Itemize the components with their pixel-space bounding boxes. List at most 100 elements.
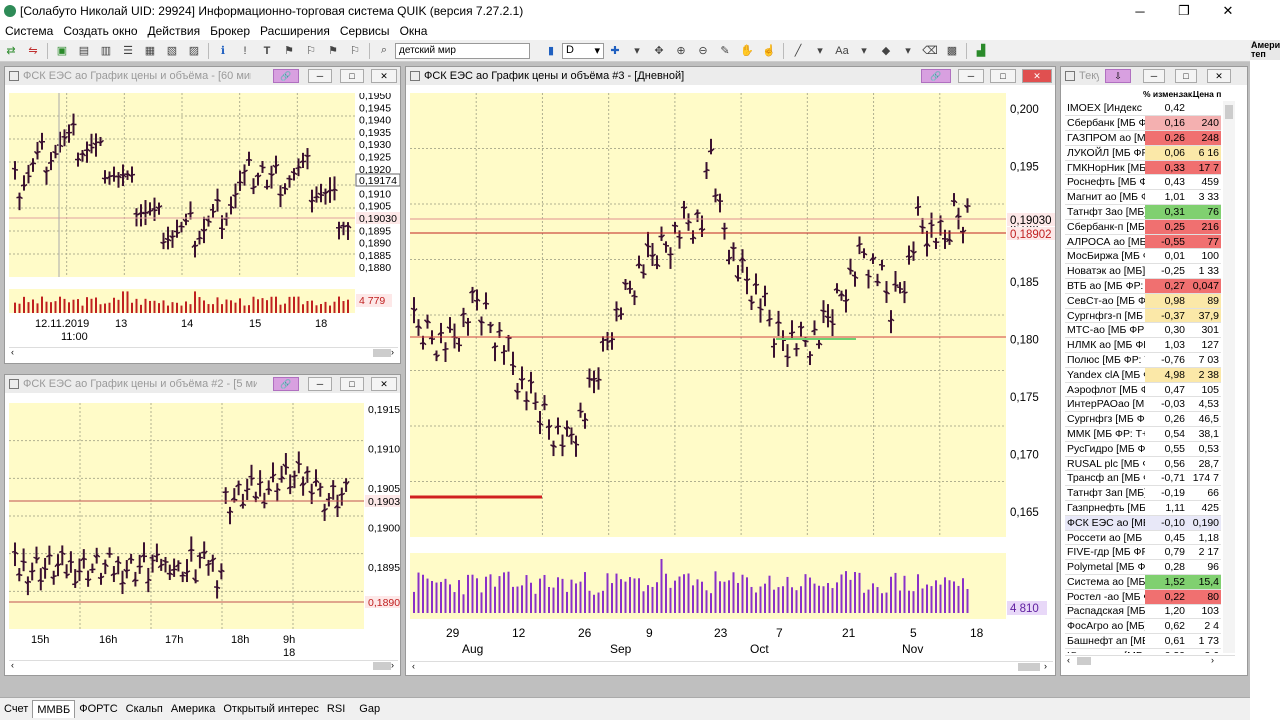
scroll-right-icon[interactable]: › [1211,655,1214,665]
price-chart[interactable] [9,403,364,629]
menu-system[interactable]: Система [0,24,58,38]
vertical-scrollbar[interactable] [1223,101,1235,653]
tab-open-interest[interactable]: Открытый интерес [219,700,323,718]
search-input[interactable]: детский мир [395,42,530,59]
side-tab-label[interactable]: Амери теп [1250,40,1280,60]
table-row[interactable]: РусГидро [МБ ФР]0,550,53 [1065,441,1221,457]
hand-icon[interactable]: ✋ [738,43,756,59]
scroll-thumb[interactable] [373,349,391,357]
stop-order4-icon[interactable]: ⚐ [346,43,364,59]
table-row[interactable]: Сургнфгз [МБ ФР]0,2646,5 [1065,411,1221,428]
tab-america[interactable]: Америка [167,700,219,718]
chevron-down-icon[interactable]: ▾ [899,43,917,59]
table-row[interactable]: ММК [МБ ФР: Т+] 0,54 38,1 [1065,426,1221,442]
table-row[interactable]: IMOEX [Индекс МБ]0,42 [1065,101,1221,117]
table-row[interactable]: ЛУКОЙЛ [МБ ФР] 0,06 6 16 [1065,145,1221,161]
menu-actions[interactable]: Действия [143,24,206,38]
table-row[interactable]: НЛМК ао [МБ ФР] 1,03 127 [1065,337,1221,354]
horizontal-scrollbar[interactable]: ‹ › [1065,655,1235,667]
scroll-left-icon[interactable]: ‹ [1067,655,1070,665]
close-icon[interactable]: ✕ [1022,69,1052,83]
table-row[interactable]: Аэрофлот [МБ ФР]0,47105 [1065,382,1221,398]
scroll-right-icon[interactable]: › [1044,661,1047,671]
fill-icon[interactable]: ◆ [877,43,895,59]
close-icon[interactable]: ✕ [371,69,397,83]
current-trades-window[interactable]: Текущие торги ⇩ ─ □ ✕ % измен. зак. Цена… [1060,66,1248,676]
menu-extensions[interactable]: Расширения [255,24,335,38]
zoom-out-icon[interactable]: ⊖ [694,43,712,59]
table-row[interactable]: Татнфт 3ао [МБ] 0,31 76 [1065,204,1221,220]
horizontal-scrollbar[interactable]: ‹ › [9,660,398,672]
menu-services[interactable]: Сервисы [335,24,395,38]
table-row[interactable]: Yandex clA [МБ ФР]4,982 38 [1065,367,1221,383]
table-row[interactable]: ИнтерРАОао [МБ]-0,034,53 [1065,396,1221,413]
line-icon[interactable]: ╱ [789,43,807,59]
table-row[interactable]: МТС-ао [МБ ФР: Т]0,30301 [1065,322,1221,339]
text-icon[interactable]: T [258,43,276,59]
table-icon[interactable]: ▤ [75,43,93,59]
table-row[interactable]: Сбербанк-п [МБ] 0,25 216 [1065,219,1221,235]
maximize-icon[interactable]: □ [1175,69,1197,83]
info-icon[interactable]: ℹ [214,43,232,59]
chart-window-5min[interactable]: ФСК ЕЭС ао График цены и объёма #2 - [5 … [4,374,401,676]
table-row[interactable]: ВТБ ао [МБ ФР: Т]0,270,047 [1065,278,1221,294]
table-row[interactable]: Система ао [МБ] 1,52 15,4 [1065,574,1221,590]
scroll-right-icon[interactable]: › [391,660,394,670]
link-icon[interactable]: 🔗 [921,69,951,83]
header-price[interactable]: Цена п [1193,89,1221,99]
scroll-right-icon[interactable]: › [391,347,394,357]
layers-icon[interactable]: ▩ [943,43,961,59]
table-row[interactable]: СевСт-ао [МБ ФР]0,9889 [1065,293,1221,309]
table-row[interactable]: Роснефть [МБ ФР]0,43459 [1065,174,1221,191]
minimize-icon[interactable]: ─ [1143,69,1165,83]
orders-icon[interactable]: ☰ [119,43,137,59]
scroll-thumb[interactable] [1077,657,1091,665]
maximize-icon[interactable]: □ [990,69,1016,83]
portfolio-icon[interactable]: ▧ [163,43,181,59]
font-icon[interactable]: Aa [833,43,851,59]
link-icon[interactable]: 🔗 [273,69,299,83]
chart-window-daily[interactable]: ФСК ЕЭС ао График цены и объёма #3 - [Дн… [405,66,1056,676]
table-row[interactable]: Ростел -ао [МБ ФР]0,2280 [1065,589,1221,605]
table-row[interactable]: Юнипро ао [МБ ФР]0,302 6 [1065,648,1221,653]
restore-icon[interactable]: ❐ [1162,0,1206,22]
table-row[interactable]: Магнит ао [МБ ФР]1,013 33 [1065,189,1221,206]
tab-rsi[interactable]: RSI [323,700,349,718]
zoom-in-icon[interactable]: ⊕ [672,43,690,59]
link-icon[interactable]: 🔗 [273,377,299,391]
link-icon[interactable]: ⇩ [1105,69,1131,83]
close-icon[interactable]: ✕ [1206,0,1250,22]
table-row[interactable]: Полюс [МБ ФР: Т]-0,767 03 [1065,352,1221,368]
chart-icon[interactable]: ▮ [542,43,560,59]
table-row[interactable]: ФСК ЕЭС ао [МБ] -0,10 0,190 [1065,515,1221,531]
new-order-icon[interactable]: ▣ [53,43,71,59]
scroll-left-icon[interactable]: ‹ [11,347,14,357]
table-row[interactable]: ФосАгро ао [МБ] 0,62 2 4 [1065,618,1221,635]
chart-window-60min[interactable]: ФСК ЕЭС ао График цены и объёма - [60 ми… [4,66,401,364]
interval-select[interactable]: D ▾ [562,42,604,59]
trades-icon[interactable]: ▦ [141,43,159,59]
table-row[interactable]: ГМКНорНик [МБ ФР]0,3317 7 [1065,160,1221,176]
move-icon[interactable]: ✥ [650,43,668,59]
table-row[interactable]: Новатэк ао [МБ] -0,25 1 33 [1065,263,1221,280]
table-row[interactable]: Распадская [МБ] 1,20 103 [1065,604,1221,620]
maximize-icon[interactable]: □ [340,377,364,391]
quotes-icon[interactable]: ▥ [97,43,115,59]
crosshair-icon[interactable]: ✚ [606,43,624,59]
header-change[interactable]: % измен. [1143,89,1181,99]
scroll-thumb[interactable] [1018,663,1040,671]
stop-order2-icon[interactable]: ⚐ [302,43,320,59]
table-row[interactable]: Трансф ап [МБ ФР]-0,71174 7 [1065,470,1221,487]
hand2-icon[interactable]: ☝ [760,43,778,59]
table-row[interactable]: ГАЗПРОМ ао [МБ]0,26248 [1065,130,1221,146]
menu-windows[interactable]: Окна [395,24,433,38]
maximize-icon[interactable]: □ [340,69,364,83]
tab-account[interactable]: Счет [0,700,32,718]
chevron-down-icon[interactable]: ▾ [855,43,873,59]
menu-create-window[interactable]: Создать окно [58,24,142,38]
minimize-icon[interactable]: ─ [958,69,984,83]
scroll-thumb[interactable] [1225,105,1233,119]
minimize-icon[interactable]: ─ [308,69,332,83]
stop-order-icon[interactable]: ⚑ [280,43,298,59]
close-icon[interactable]: ✕ [371,377,397,391]
